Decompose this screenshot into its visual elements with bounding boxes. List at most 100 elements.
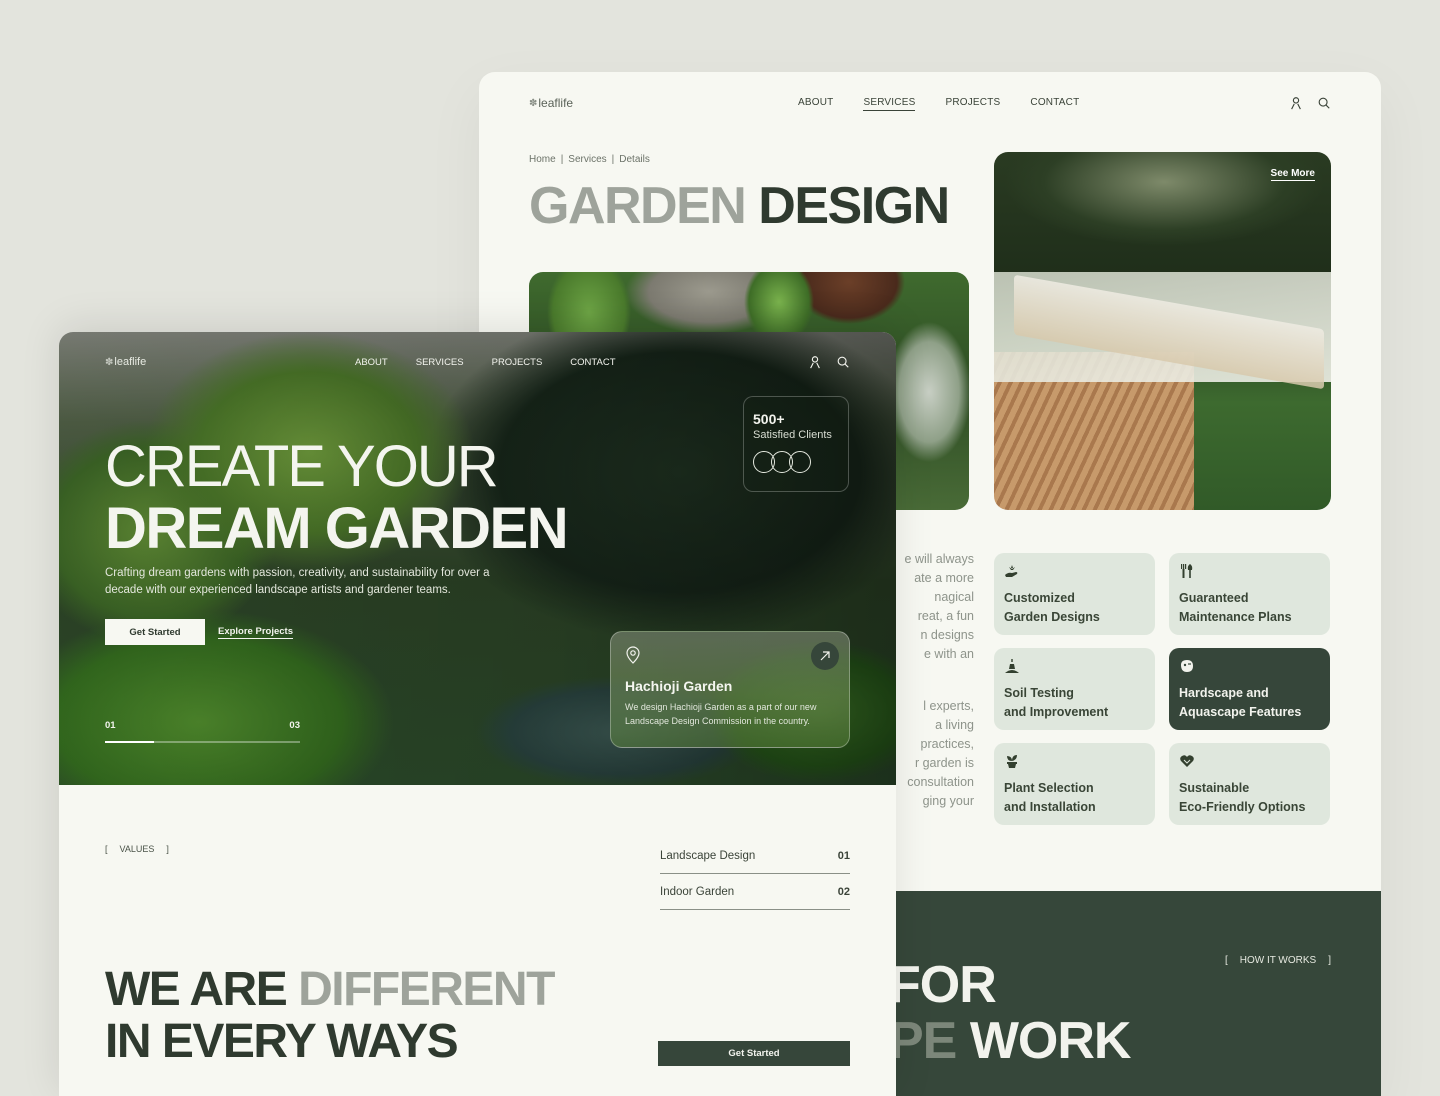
hand-plant-icon (1004, 563, 1020, 579)
hero-slider-progress[interactable]: 01 03 (105, 720, 300, 743)
feature-line: Aquascape Features (1179, 705, 1302, 719)
bracket-close: ] (166, 844, 169, 854)
values-list: Landscape Design 01 Indoor Garden 02 (660, 838, 850, 910)
feature-card-hardscape[interactable]: Hardscape and Aquascape Features (1169, 648, 1330, 730)
different-line1: WE ARE DIFFERENT (105, 963, 555, 1016)
back-nav-icons (1289, 96, 1331, 110)
feature-line: Soil Testing (1004, 686, 1074, 700)
nav-contact[interactable]: CONTACT (1030, 97, 1079, 111)
feature-card-customized-designs[interactable]: Customized Garden Designs (994, 553, 1155, 635)
garden-table-image: See More (994, 152, 1331, 510)
slider-track[interactable] (105, 741, 300, 743)
feature-line: Eco-Friendly Options (1179, 800, 1306, 814)
clients-stat-card: 500+ Satisfied Clients (743, 396, 849, 492)
title-muted: GARDEN (529, 177, 747, 235)
values-tag: [ VALUES ] (105, 844, 169, 854)
nav-about[interactable]: ABOUT (355, 357, 388, 368)
feature-line: and Improvement (1004, 705, 1109, 719)
feature-label: Plant Selection and Installation (1004, 779, 1145, 817)
open-project-button[interactable] (811, 642, 839, 670)
hero-title-line1: CREATE YOUR (105, 434, 499, 499)
bracket-open: [ (105, 844, 108, 854)
user-icon[interactable] (808, 355, 822, 369)
project-card-hachioji[interactable]: Hachioji Garden We design Hachioji Garde… (610, 631, 850, 748)
garden-tools-icon (1179, 563, 1195, 579)
slider-fill (105, 741, 154, 743)
how-it-works-title: FOR PE WORK (889, 957, 1131, 1070)
nav-about[interactable]: ABOUT (798, 97, 833, 111)
nav-services[interactable]: SERVICES (416, 357, 464, 368)
logo-text: leaflife (114, 356, 147, 368)
different-title: WE ARE DIFFERENT IN EVERY WAYS (105, 963, 555, 1068)
hero-cta-group: Get Started Explore Projects (105, 619, 293, 645)
feature-line: Customized (1004, 591, 1075, 605)
slider-total: 03 (289, 720, 300, 731)
feature-label: Hardscape and Aquascape Features (1179, 684, 1320, 722)
breadcrumb-services[interactable]: Services (568, 154, 606, 165)
hero-title-line2: DREAM GARDEN (105, 496, 569, 561)
bracket-open: [ (1224, 955, 1228, 966)
nav-projects[interactable]: PROJECTS (945, 97, 1000, 111)
stat-value: 500+ (753, 411, 785, 427)
value-label: Landscape Design (660, 849, 756, 862)
avatar (789, 451, 811, 473)
explore-projects-link[interactable]: Explore Projects (218, 626, 293, 639)
see-more-link[interactable]: See More (1270, 168, 1315, 181)
hero-section: ✽ leaflife ABOUT SERVICES PROJECTS CONTA… (59, 332, 896, 785)
breadcrumb-details: Details (619, 154, 650, 165)
front-logo[interactable]: ✽ leaflife (105, 356, 146, 368)
feature-card-plant-selection[interactable]: Plant Selection and Installation (994, 743, 1155, 825)
hero-title: CREATE YOUR DREAM GARDEN (105, 434, 569, 561)
tag-label: VALUES (119, 844, 155, 854)
bracket-close: ] (1328, 955, 1331, 966)
location-pin-icon (625, 646, 835, 664)
client-avatars (753, 451, 839, 473)
feature-label: Sustainable Eco-Friendly Options (1179, 779, 1320, 817)
search-icon[interactable] (836, 355, 850, 369)
nav-services[interactable]: SERVICES (863, 97, 916, 111)
feature-line: Guaranteed (1179, 591, 1249, 605)
feature-label: Customized Garden Designs (1004, 589, 1145, 627)
front-nav-menu: ABOUT SERVICES PROJECTS CONTACT (355, 357, 616, 368)
feature-card-maintenance[interactable]: Guaranteed Maintenance Plans (1169, 553, 1330, 635)
leaf-icon: ✽ (105, 356, 114, 368)
different-line2: IN EVERY WAYS (105, 1015, 459, 1068)
feature-line: and Installation (1004, 800, 1096, 814)
user-icon[interactable] (1289, 96, 1303, 110)
breadcrumb-home[interactable]: Home (529, 154, 556, 165)
back-nav-menu: ABOUT SERVICES PROJECTS CONTACT (798, 97, 1079, 111)
logo-text: leaflife (538, 96, 574, 110)
feature-line: Maintenance Plans (1179, 610, 1292, 624)
feature-line: Garden Designs (1004, 610, 1100, 624)
search-icon[interactable] (1317, 96, 1331, 110)
front-page-home: ✽ leaflife ABOUT SERVICES PROJECTS CONTA… (59, 332, 896, 1096)
slider-current: 01 (105, 720, 116, 731)
stone-icon (1179, 658, 1195, 674)
feature-line: Hardscape and (1179, 686, 1269, 700)
nav-projects[interactable]: PROJECTS (492, 357, 543, 368)
get-started-button-secondary[interactable]: Get Started (658, 1041, 850, 1066)
nav-contact[interactable]: CONTACT (570, 357, 615, 368)
project-title: Hachioji Garden (625, 678, 733, 694)
arrow-up-right-icon (820, 651, 830, 661)
feature-card-sustainable[interactable]: Sustainable Eco-Friendly Options (1169, 743, 1330, 825)
feature-card-soil-testing[interactable]: Soil Testing and Improvement (994, 648, 1155, 730)
list-item[interactable]: Indoor Garden 02 (660, 874, 850, 910)
front-navbar: ✽ leaflife ABOUT SERVICES PROJECTS CONTA… (59, 354, 896, 374)
feature-grid: Customized Garden Designs Guaranteed Mai… (994, 553, 1331, 825)
tag-label: HOW IT WORKS (1239, 955, 1317, 966)
stat-label: Satisfied Clients (753, 429, 832, 441)
different-dark: WE ARE (105, 963, 288, 1016)
list-item[interactable]: Landscape Design 01 (660, 838, 850, 874)
back-logo[interactable]: ✽ leaflife (529, 96, 573, 110)
how-title-muted: PE (889, 1012, 957, 1070)
project-description: We design Hachioji Garden as a part of o… (625, 702, 817, 726)
get-started-button[interactable]: Get Started (105, 619, 205, 645)
potted-plant-icon (1004, 753, 1020, 769)
title-dark: DESIGN (758, 177, 950, 235)
feature-line: Plant Selection (1004, 781, 1094, 795)
leaf-icon: ✽ (529, 97, 538, 109)
eco-heart-icon (1179, 753, 1195, 769)
breadcrumb-separator: | (560, 154, 564, 165)
soil-test-icon (1004, 658, 1020, 674)
